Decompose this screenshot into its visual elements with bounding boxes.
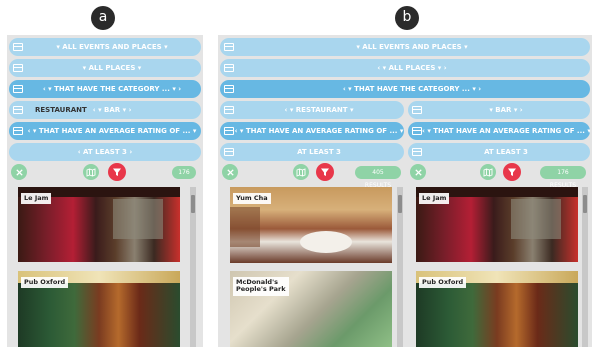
row-all-events[interactable]: ▾ ALL EVENTS AND PLACES ▾ — [9, 38, 201, 56]
result-card-pub-oxford[interactable]: Pub Oxford — [18, 271, 180, 347]
restaurant-chip[interactable]: RESTAURANT — [35, 106, 87, 114]
map-icon — [483, 167, 493, 177]
table-icon — [13, 85, 23, 93]
row-restaurant[interactable]: ‹ ▾ RESTAURANT ▾ — [220, 101, 404, 119]
scrollbar-thumb[interactable] — [398, 195, 402, 213]
table-icon — [13, 127, 23, 135]
row-label: ‹ ▾ THAT HAVE AN AVERAGE RATING OF ... ▾ — [234, 127, 404, 135]
scrollbar[interactable] — [582, 187, 588, 347]
result-card-yum-cha[interactable]: Yum Cha — [230, 187, 392, 263]
close-button[interactable] — [410, 164, 426, 180]
result-card-le-jam[interactable]: Le Jam — [416, 187, 578, 262]
row-label: ‹ ▾ THAT HAVE AN AVERAGE RATING OF ... ▾ — [27, 127, 197, 135]
table-icon — [13, 106, 23, 114]
row-label: ▾ ALL PLACES ▾ — [82, 64, 142, 72]
table-icon — [224, 43, 234, 51]
label-b: b — [395, 6, 419, 30]
row-label: ‹ ▾ THAT HAVE THE CATEGORY ... ▾ › — [42, 85, 182, 93]
table-icon — [412, 127, 422, 135]
table-icon — [13, 64, 23, 72]
result-card-le-jam[interactable]: Le Jam — [18, 187, 180, 262]
row-restaurant-bar[interactable]: RESTAURANT ‹ ▾ BAR ▾ › — [9, 101, 201, 119]
scrollbar-thumb[interactable] — [583, 195, 587, 213]
filter-icon — [113, 168, 121, 176]
map-icon — [86, 167, 96, 177]
filter-button[interactable] — [108, 163, 126, 181]
close-icon — [226, 168, 234, 176]
row-at-least-right[interactable]: AT LEAST 3 — [408, 143, 590, 161]
scrollbar-thumb[interactable] — [191, 195, 195, 213]
map-button[interactable] — [480, 164, 496, 180]
table-icon — [412, 106, 422, 114]
results-count: 176 RESULTS — [540, 166, 586, 189]
card-title: Le Jam — [419, 193, 450, 205]
close-icon — [414, 168, 422, 176]
row-label: AT LEAST 3 — [484, 148, 528, 156]
table-icon — [224, 148, 234, 156]
row-label: ▾ BAR ▾ › — [489, 106, 523, 114]
result-card-mcdonalds[interactable]: McDonald's People's Park — [230, 271, 392, 347]
table-icon — [224, 64, 234, 72]
row-label: ‹ ▾ THAT HAVE AN AVERAGE RATING OF ... ▾ — [422, 127, 590, 135]
table-icon — [224, 106, 234, 114]
row-all-places[interactable]: ‹ ▾ ALL PLACES ▾ › — [220, 59, 590, 77]
row-category[interactable]: ‹ ▾ THAT HAVE THE CATEGORY ... ▾ › — [220, 80, 590, 98]
map-button[interactable] — [83, 164, 99, 180]
scrollbar[interactable] — [397, 187, 403, 347]
label-a: a — [91, 6, 115, 30]
filter-icon — [508, 168, 516, 176]
row-at-least[interactable]: ‹ AT LEAST 3 › — [9, 143, 201, 161]
card-title: McDonald's People's Park — [233, 277, 289, 296]
close-icon — [15, 168, 23, 176]
close-button[interactable] — [222, 164, 238, 180]
filter-icon — [321, 168, 329, 176]
row-label: ‹ ▾ THAT HAVE THE CATEGORY ... ▾ › — [342, 85, 482, 93]
row-all-places[interactable]: ▾ ALL PLACES ▾ — [9, 59, 201, 77]
table-icon — [13, 43, 23, 51]
panel-a: ▾ ALL EVENTS AND PLACES ▾ ▾ ALL PLACES ▾… — [7, 35, 203, 347]
scrollbar[interactable] — [190, 187, 196, 347]
results-count: 176 — [172, 166, 196, 179]
row-rating-right[interactable]: ‹ ▾ THAT HAVE AN AVERAGE RATING OF ... ▾ — [408, 122, 590, 140]
close-button[interactable] — [11, 164, 27, 180]
row-label: ▾ ALL EVENTS AND PLACES ▾ — [356, 43, 468, 51]
row-label: ‹ ▾ ALL PLACES ▾ › — [377, 64, 447, 72]
card-title: Pub Oxford — [419, 277, 467, 289]
result-card-pub-oxford[interactable]: Pub Oxford — [416, 271, 578, 347]
filter-button[interactable] — [316, 163, 334, 181]
map-button[interactable] — [293, 164, 309, 180]
row-at-least-left[interactable]: AT LEAST 3 — [220, 143, 404, 161]
table-icon — [224, 85, 234, 93]
row-label: AT LEAST 3 — [297, 148, 341, 156]
card-title: Le Jam — [21, 193, 52, 205]
results-count: 405 RESULTS — [355, 166, 401, 189]
table-icon — [224, 127, 234, 135]
card-title: Pub Oxford — [21, 277, 69, 289]
filter-button[interactable] — [503, 163, 521, 181]
row-rating[interactable]: ‹ ▾ THAT HAVE AN AVERAGE RATING OF ... ▾ — [9, 122, 201, 140]
row-all-events[interactable]: ▾ ALL EVENTS AND PLACES ▾ — [220, 38, 590, 56]
row-label: ▾ ALL EVENTS AND PLACES ▾ — [56, 43, 168, 51]
bar-chip[interactable]: ‹ ▾ BAR ▾ › — [93, 106, 132, 114]
row-category[interactable]: ‹ ▾ THAT HAVE THE CATEGORY ... ▾ › — [9, 80, 201, 98]
row-bar[interactable]: ▾ BAR ▾ › — [408, 101, 590, 119]
map-icon — [296, 167, 306, 177]
row-rating-left[interactable]: ‹ ▾ THAT HAVE AN AVERAGE RATING OF ... ▾ — [220, 122, 404, 140]
row-label: ‹ AT LEAST 3 › — [77, 148, 133, 156]
table-icon — [412, 148, 422, 156]
row-label: ‹ ▾ RESTAURANT ▾ — [284, 106, 354, 114]
card-title: Yum Cha — [233, 193, 271, 205]
panel-b: ▾ ALL EVENTS AND PLACES ▾ ‹ ▾ ALL PLACES… — [218, 35, 592, 347]
